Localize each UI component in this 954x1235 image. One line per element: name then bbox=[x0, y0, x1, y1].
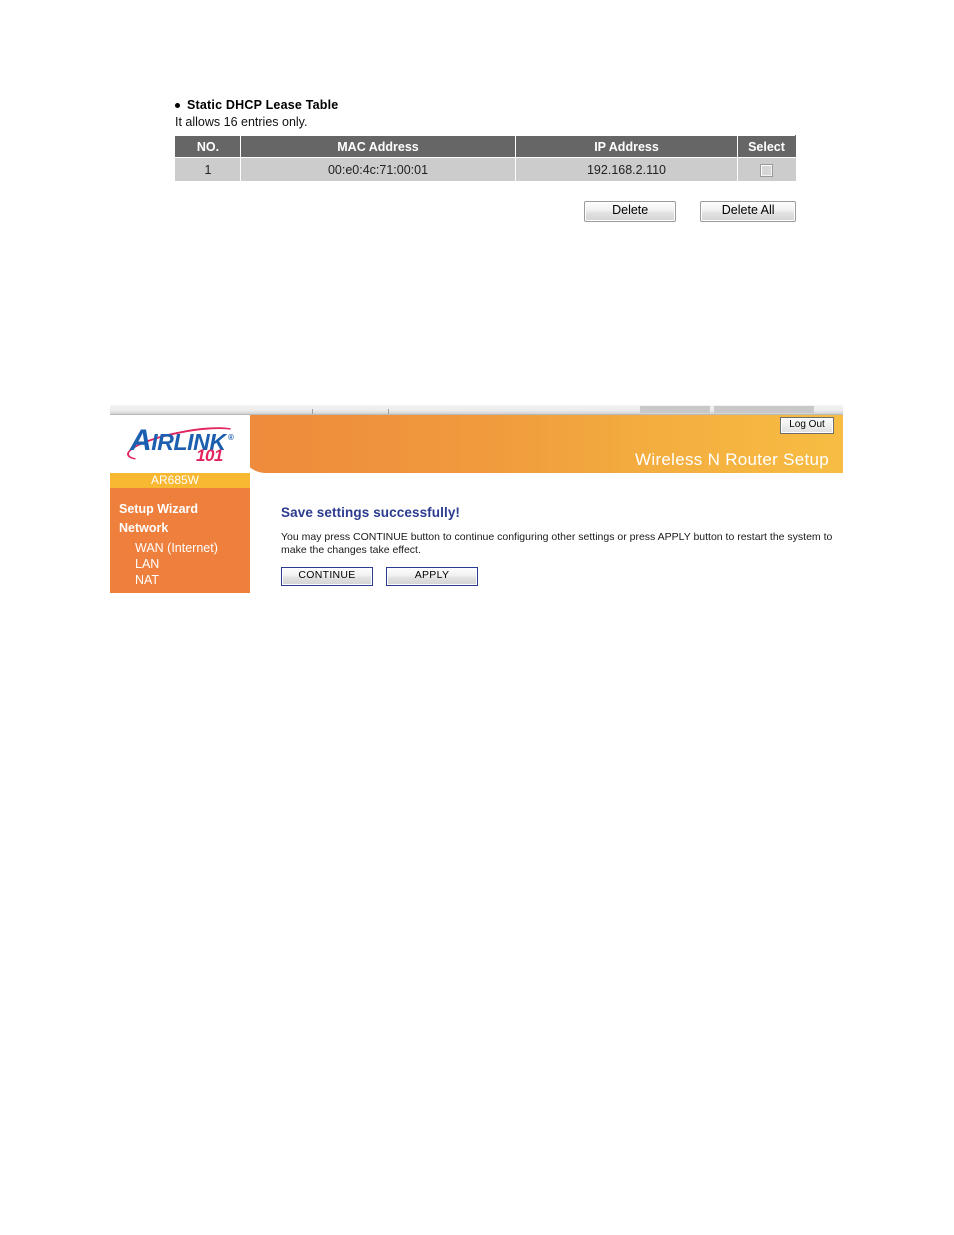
delete-all-button[interactable]: Delete All bbox=[700, 201, 796, 222]
router-admin-panel-screenshot: Wireless N Router Setup AIRLINK ® 101 Lo… bbox=[110, 405, 843, 593]
chrome-segment bbox=[714, 406, 814, 413]
static-dhcp-lease-table: NO. MAC Address IP Address Select 1 00:e… bbox=[175, 135, 796, 182]
section-heading-label: Static DHCP Lease Table bbox=[187, 98, 339, 112]
sidebar-item-network[interactable]: Network bbox=[110, 521, 250, 536]
banner-title: Wireless N Router Setup bbox=[635, 450, 829, 469]
column-header-ip: IP Address bbox=[515, 135, 738, 158]
sidebar-item-setup-wizard[interactable]: Setup Wizard bbox=[110, 502, 250, 517]
table-header-row: NO. MAC Address IP Address Select bbox=[175, 135, 796, 158]
chrome-tick bbox=[312, 409, 313, 414]
continue-button[interactable]: CONTINUE bbox=[281, 567, 373, 586]
logo-container: AIRLINK ® 101 bbox=[110, 415, 250, 473]
main-action-buttons: CONTINUE APPLY bbox=[281, 567, 478, 586]
lease-table-actions: Delete Delete All bbox=[584, 201, 796, 222]
logo-wordmark-a: A bbox=[130, 424, 152, 457]
cell-ip: 192.168.2.110 bbox=[515, 157, 738, 182]
row-select-checkbox[interactable] bbox=[760, 163, 773, 177]
delete-button[interactable]: Delete bbox=[584, 201, 677, 222]
section-subtext: It allows 16 entries only. bbox=[175, 115, 308, 129]
chrome-tick bbox=[388, 409, 389, 414]
column-header-select: Select bbox=[737, 135, 796, 158]
column-header-mac: MAC Address bbox=[240, 135, 516, 158]
sidebar-item-wan-internet[interactable]: WAN (Internet) bbox=[110, 540, 250, 556]
page-title: Save settings successfully! bbox=[281, 505, 461, 520]
section-heading: Static DHCP Lease Table bbox=[175, 98, 795, 113]
page-description: You may press CONTINUE button to continu… bbox=[281, 531, 833, 556]
panel-main-content: Save settings successfully! You may pres… bbox=[250, 488, 843, 593]
sidebar-item-lan[interactable]: LAN bbox=[110, 556, 250, 572]
panel-header: Wireless N Router Setup AIRLINK ® 101 Lo… bbox=[110, 415, 843, 473]
static-dhcp-lease-section: Static DHCP Lease Table It allows 16 ent… bbox=[175, 98, 796, 182]
bullet-icon bbox=[175, 103, 180, 108]
cell-select bbox=[737, 157, 796, 182]
logo-suffix: 101 bbox=[196, 446, 223, 465]
header-banner: Wireless N Router Setup bbox=[240, 415, 843, 473]
sidebar-item-nat[interactable]: NAT bbox=[110, 572, 250, 588]
model-badge: AR685W bbox=[110, 473, 250, 488]
table-row: 1 00:e0:4c:71:00:01 192.168.2.110 bbox=[175, 157, 796, 182]
browser-chrome-strip bbox=[110, 405, 843, 415]
cell-no: 1 bbox=[175, 157, 241, 182]
sidebar-navigation: Setup Wizard Network WAN (Internet) LAN … bbox=[110, 488, 250, 593]
chrome-segment bbox=[640, 406, 710, 413]
logo-registered-mark: ® bbox=[228, 433, 234, 442]
cell-mac: 00:e0:4c:71:00:01 bbox=[240, 157, 516, 182]
logout-button[interactable]: Log Out bbox=[780, 417, 834, 434]
airlink-logo: AIRLINK ® 101 bbox=[124, 420, 242, 469]
apply-button[interactable]: APPLY bbox=[386, 567, 478, 586]
column-header-no: NO. bbox=[175, 135, 241, 158]
